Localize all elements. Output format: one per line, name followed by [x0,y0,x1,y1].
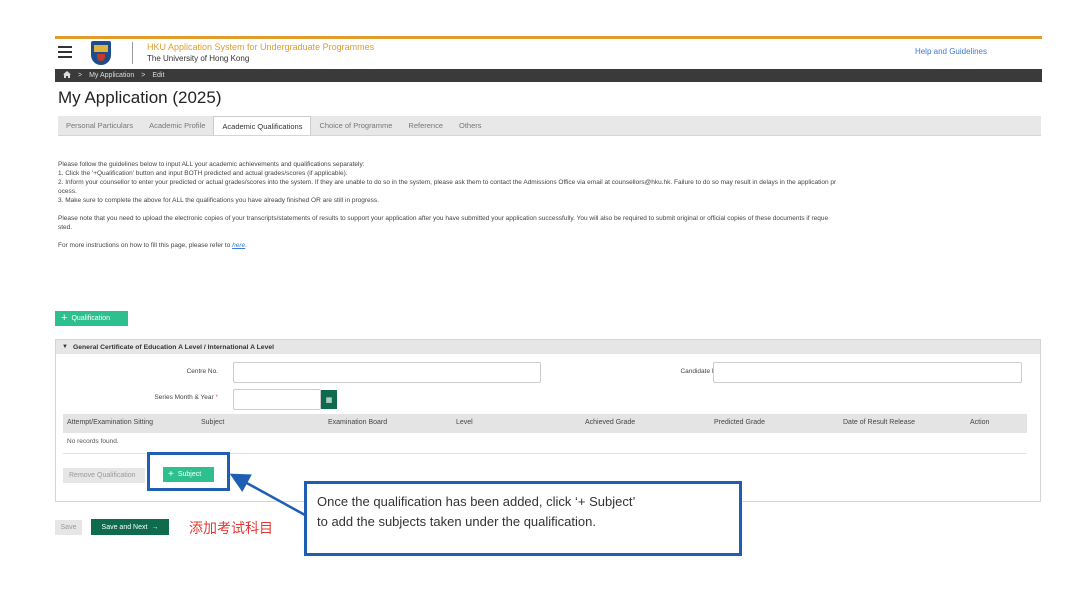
header-divider [132,42,133,64]
breadcrumb: > My Application > Edit [55,69,1042,82]
breadcrumb-separator: > [78,72,83,79]
breadcrumb-separator: > [141,72,146,79]
instructions-step-3: 3. Make sure to complete the above for A… [58,197,379,204]
tab-academic-qualifications[interactable]: Academic Qualifications [213,116,312,135]
more-info-suffix: . [245,242,247,249]
hku-logo [91,41,111,65]
col-subject: Subject [201,419,225,426]
tab-others[interactable]: Others [451,116,490,135]
help-guidelines-link[interactable]: Help and Guidelines [915,47,987,56]
caret-down-icon: ▼ [62,344,68,350]
add-qualification-button[interactable]: + Qualification [55,311,128,326]
col-level: Level [456,419,473,426]
calendar-icon[interactable]: ▦ [321,390,337,409]
col-result-release-date: Date of Result Release [843,419,915,426]
col-exam-board: Examination Board [328,419,388,426]
system-title: HKU Application System for Undergraduate… [147,42,375,52]
qualification-title: General Certificate of Education A Level… [72,343,275,351]
instruction-callout: Once the qualification has been added, c… [304,481,742,556]
col-achieved-grade: Achieved Grade [585,419,636,426]
upload-note-cont: sted. [58,224,73,231]
required-mark: * [215,394,218,401]
series-label-text: Series Month & Year [154,394,214,401]
add-subject-button[interactable]: + Subject [163,467,214,482]
breadcrumb-my-application[interactable]: My Application [89,72,134,79]
page-title: My Application (2025) [58,88,222,107]
qualification-panel: ▼ General Certificate of Education A Lev… [55,339,1041,502]
candidate-no-input[interactable] [713,362,1022,383]
instructions-step-2-cont: ocess. [58,188,77,195]
plus-icon: + [168,468,174,480]
centre-no-input[interactable] [233,362,541,383]
empty-row: No records found. [63,433,1027,454]
home-icon[interactable] [63,71,71,80]
col-predicted-grade: Predicted Grade [714,419,765,426]
menu-icon[interactable] [58,46,72,58]
add-subject-label: Subject [177,471,202,478]
more-info: For more instructions on how to fill thi… [58,241,1043,250]
chinese-annotation: 添加考试科目 [189,521,273,537]
save-button[interactable]: Save [55,520,82,535]
instructions-intro: Please follow the guidelines below to in… [58,161,365,168]
tab-academic-profile[interactable]: Academic Profile [141,116,213,135]
save-and-next-button[interactable]: Save and Next → [91,519,169,535]
add-qualification-label: Qualification [71,315,110,322]
tab-choice-of-programme[interactable]: Choice of Programme [311,116,400,135]
centre-no-label: Centre No. [186,368,218,375]
instructions-step-2: 2. Inform your counsellor to enter your … [58,179,837,186]
col-attempt: Attempt/Examination Sitting [67,419,153,426]
university-name: The University of Hong Kong [147,54,250,63]
callout-line-1: Once the qualification has been added, c… [317,494,636,509]
tab-reference[interactable]: Reference [400,116,451,135]
callout-line-2: to add the subjects taken under the qual… [317,514,596,529]
tab-personal-particulars[interactable]: Personal Particulars [58,116,141,135]
subjects-table-header: Attempt/Examination Sitting Subject Exam… [63,414,1027,433]
upload-note: Please note that you need to upload the … [58,215,829,222]
series-label: Series Month & Year * [154,394,218,401]
app-header: HKU Application System for Undergraduate… [55,39,1042,69]
instructions: Please follow the guidelines below to in… [58,160,1043,250]
plus-icon: + [61,312,68,324]
instructions-step-1: 1. Click the '+Qualification' button and… [58,170,348,177]
remove-qualification-button[interactable]: Remove Qualification [63,468,145,483]
save-and-next-label: Save and Next [101,523,148,531]
more-info-text: For more instructions on how to fill thi… [58,242,233,249]
series-month-year-input[interactable] [233,389,321,410]
tab-bar: Personal Particulars Academic Profile Ac… [58,116,1041,136]
col-action: Action [970,419,990,426]
more-info-link[interactable]: here [232,242,245,249]
qualification-panel-header[interactable]: ▼ General Certificate of Education A Lev… [56,340,1040,354]
breadcrumb-edit[interactable]: Edit [152,72,164,79]
arrow-right-icon: → [151,523,159,531]
